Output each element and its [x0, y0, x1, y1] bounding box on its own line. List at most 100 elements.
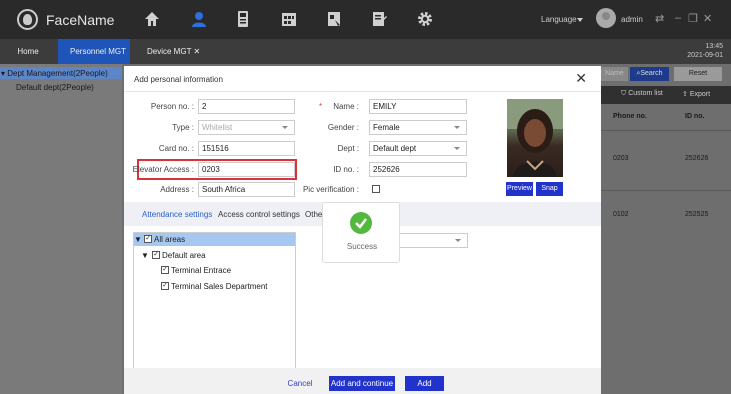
- divider: [124, 91, 601, 92]
- table-cell-id: 252525: [685, 211, 709, 218]
- card-no-label: Card no. :: [158, 144, 194, 153]
- reset-button[interactable]: Reset: [674, 67, 722, 81]
- clock-date: 2021-09-01: [687, 52, 723, 59]
- elevator-access-label: Elevator Access :: [132, 165, 194, 174]
- settings-gear-icon[interactable]: [416, 10, 434, 28]
- tab-access-control-settings[interactable]: Access control settings: [218, 210, 300, 219]
- dept-root-item[interactable]: ▾ Dept Management(2People): [1, 69, 108, 78]
- name-label-text: Name :: [333, 102, 359, 111]
- tab-device-label: Device MGT: [147, 47, 192, 56]
- username[interactable]: admin: [621, 15, 643, 24]
- terminal-entrace-checkbox[interactable]: ✓: [161, 266, 169, 274]
- minimize-icon[interactable]: –: [675, 12, 681, 24]
- pic-verification-checkbox[interactable]: [372, 185, 380, 193]
- triangle-down-icon[interactable]: ▼: [134, 235, 142, 244]
- chevron-down-icon: [454, 126, 460, 129]
- terminal-entrace-label: Terminal Entrace: [171, 266, 232, 275]
- home-icon[interactable]: [143, 10, 161, 28]
- add-button[interactable]: Add: [405, 376, 444, 391]
- name-input[interactable]: EMILY: [369, 99, 467, 114]
- clock: 13:45 2021-09-01: [687, 42, 723, 60]
- tab-personnel-label: Personnel MGT: [70, 47, 126, 56]
- person-no-input[interactable]: 2: [198, 99, 295, 114]
- clock-time: 13:45: [705, 43, 723, 50]
- dept-root-label: Dept Management(2People): [7, 69, 108, 78]
- app-logo-icon: [17, 9, 38, 30]
- report-edit-icon[interactable]: [370, 10, 388, 28]
- chevron-down-icon: [282, 126, 288, 129]
- custom-list-label: Custom list: [628, 90, 663, 97]
- dept-label: Dept :: [337, 144, 359, 153]
- required-marker: *: [318, 102, 325, 111]
- gender-select[interactable]: Female: [369, 120, 467, 135]
- name-label: * Name :: [289, 102, 359, 111]
- id-no-input[interactable]: 252626: [369, 162, 467, 177]
- access-group-select[interactable]: [394, 233, 468, 248]
- add-and-continue-button[interactable]: Add and continue: [329, 376, 395, 391]
- table-cell-id: 252626: [685, 155, 709, 162]
- dept-tree-panel: [0, 64, 122, 394]
- triangle-down-icon[interactable]: ▼: [141, 251, 149, 260]
- divider: [601, 130, 731, 131]
- chevron-down-icon: [455, 239, 461, 242]
- search-label: Search: [640, 70, 663, 77]
- tab-personnel-mgt[interactable]: Personnel MGT ✕: [58, 39, 130, 81]
- all-areas-label: All areas: [154, 235, 186, 244]
- type-label: Type :: [172, 123, 194, 132]
- language-selector[interactable]: Language: [541, 15, 577, 24]
- gender-value: Female: [373, 123, 400, 132]
- tab-device-mgt[interactable]: Device MGT ✕: [137, 39, 207, 64]
- add-person-dialog: Add personal information ✕ Person no. : …: [124, 66, 601, 394]
- records-icon[interactable]: [325, 10, 343, 28]
- default-area-label: Default area: [162, 251, 206, 260]
- export-button[interactable]: ⇪ Export: [682, 90, 710, 98]
- type-value: Whitelist: [202, 123, 233, 132]
- elevator-access-input[interactable]: 0203: [198, 162, 295, 177]
- export-icon: ⇪: [682, 91, 690, 98]
- snap-button[interactable]: Snap: [536, 182, 563, 196]
- dept-child-item[interactable]: Default dept(2People): [16, 83, 94, 92]
- tab-home-label: Home: [17, 47, 39, 56]
- personnel-icon[interactable]: [190, 10, 208, 28]
- default-area-checkbox[interactable]: ✓: [152, 251, 160, 259]
- chevron-down-icon: [577, 18, 583, 22]
- address-input[interactable]: South Africa: [198, 182, 295, 197]
- dept-value: Default dept: [373, 144, 417, 153]
- cancel-button[interactable]: Cancel: [279, 376, 321, 391]
- dialog-title: Add personal information: [134, 75, 223, 84]
- person-no-label: Person no. :: [150, 102, 194, 111]
- id-no-label: ID no. :: [333, 165, 359, 174]
- table-cell-phone: 0102: [613, 211, 629, 218]
- address-label: Address :: [160, 185, 194, 194]
- gender-label: Gender :: [327, 123, 359, 132]
- pic-verification-label: Pic verification :: [302, 185, 359, 194]
- column-header-phone: Phone no.: [613, 113, 647, 120]
- app-name: FaceName: [46, 12, 115, 28]
- close-window-icon[interactable]: ✕: [703, 12, 712, 25]
- preview-button[interactable]: Preview: [506, 182, 533, 196]
- search-button[interactable]: ⌕Search: [630, 67, 669, 81]
- card-no-input[interactable]: 151516: [198, 141, 295, 156]
- dept-select[interactable]: Default dept: [369, 141, 467, 156]
- terminal-sales-checkbox[interactable]: ✓: [161, 282, 169, 290]
- close-icon[interactable]: ✕: [575, 70, 587, 87]
- close-tab-icon[interactable]: ✕: [194, 47, 201, 56]
- device-icon[interactable]: [234, 10, 252, 28]
- tab-attendance-settings[interactable]: Attendance settings: [142, 210, 212, 219]
- tree-root-item[interactable]: ▼: [134, 235, 142, 244]
- column-header-id: ID no.: [685, 113, 705, 120]
- success-toast: Success: [322, 202, 400, 263]
- person-photo: [507, 99, 563, 177]
- type-select[interactable]: Whitelist: [198, 120, 295, 135]
- swap-icon[interactable]: ⇄: [655, 12, 664, 25]
- all-areas-checkbox[interactable]: ✓: [144, 235, 152, 243]
- chevron-down-icon: [454, 147, 460, 150]
- avatar[interactable]: [596, 8, 616, 28]
- portrait-image-icon: [507, 99, 563, 177]
- name-search-input[interactable]: Name: [601, 67, 628, 81]
- restore-icon[interactable]: ❐: [688, 12, 698, 25]
- calendar-icon[interactable]: [280, 10, 298, 28]
- custom-list-button[interactable]: ⛉ Custom list: [621, 90, 663, 98]
- tab-home[interactable]: Home: [0, 39, 56, 64]
- table-cell-phone: 0203: [613, 155, 629, 162]
